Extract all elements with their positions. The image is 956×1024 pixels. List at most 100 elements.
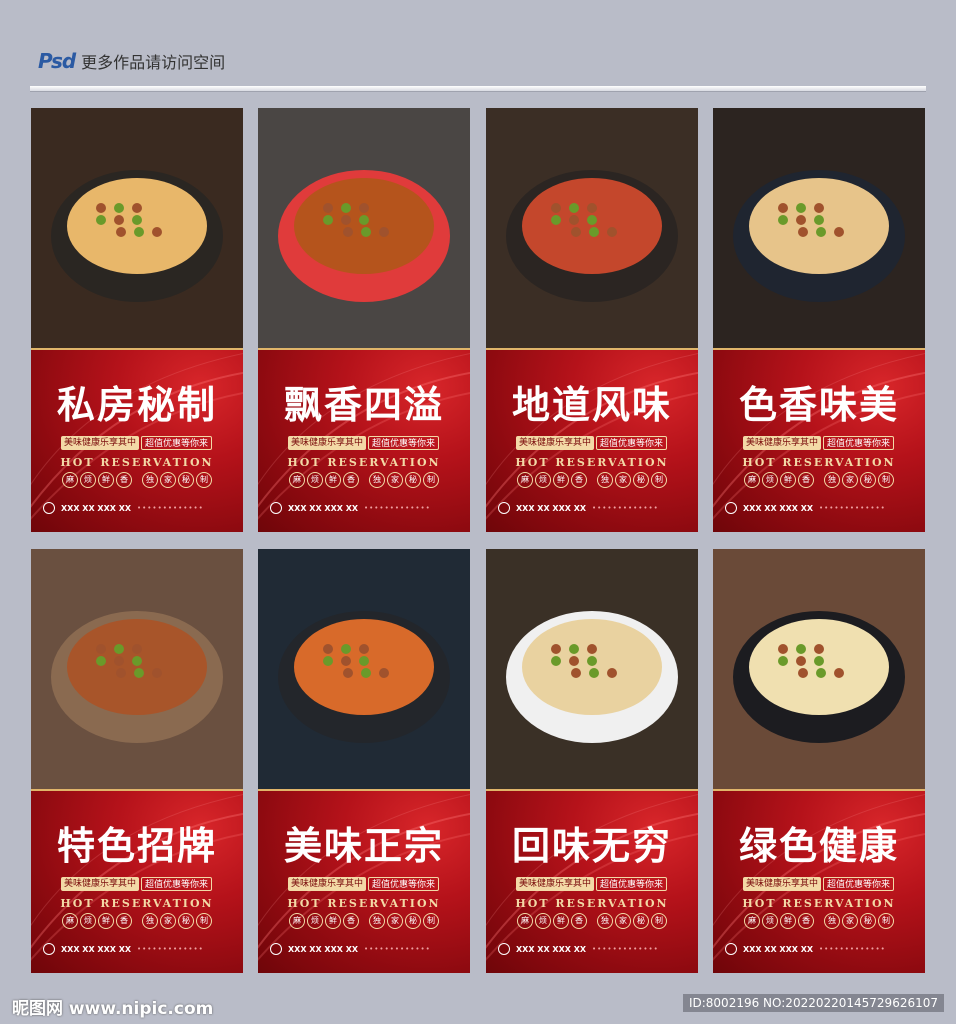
badge-row: 麻烦鲜香独家秘制 xyxy=(258,913,470,929)
decor-dots: ••••••••••••• xyxy=(137,504,204,512)
header-caption: 更多作品请访问空间 xyxy=(81,53,226,72)
badge: 麻 xyxy=(517,472,533,488)
tagline-right: 超值优惠等你来 xyxy=(368,877,440,891)
badge: 秘 xyxy=(178,913,194,929)
badge: 烦 xyxy=(535,472,551,488)
badge: 秘 xyxy=(405,472,421,488)
badge: 独 xyxy=(369,913,385,929)
tagline-left: 美味健康乐享其中 xyxy=(288,436,367,450)
poster-headline: 特色招牌 xyxy=(56,824,217,868)
badge: 独 xyxy=(597,913,613,929)
poster-footer: XXX XX XXX XX ••••••••••••• xyxy=(498,502,688,514)
brand-logo-icon xyxy=(725,502,737,514)
food-photo xyxy=(258,108,470,348)
badge: 制 xyxy=(196,472,212,488)
english-subtitle: HOT RESERVATION xyxy=(287,897,441,910)
badge: 鲜 xyxy=(325,472,341,488)
badge: 麻 xyxy=(744,913,760,929)
badge: 香 xyxy=(343,472,359,488)
food-photo xyxy=(713,549,925,789)
badge: 香 xyxy=(798,472,814,488)
tagline: 美味健康乐享其中 超值优惠等你来 xyxy=(288,877,440,891)
food-photo xyxy=(31,108,243,348)
badge-row: 麻烦鲜香独家秘制 xyxy=(258,472,470,488)
poster-headline: 飘香四溢 xyxy=(283,383,444,427)
poster-card[interactable]: 私房秘制 美味健康乐享其中 超值优惠等你来 HOT RESERVATION 麻烦鲜香独家… xyxy=(31,108,243,532)
poster-panel: 地道风味 美味健康乐享其中 超值优惠等你来 HOT RESERVATION 麻烦鲜香独家… xyxy=(486,348,698,532)
badge: 麻 xyxy=(517,913,533,929)
poster-footer: XXX XX XXX XX ••••••••••••• xyxy=(498,943,688,955)
poster-card[interactable]: 美味正宗美味健康乐享其中 超值优惠等你来 HOT RESERVATION 麻烦鲜香独家… xyxy=(258,549,470,973)
decor-dots: ••••••••••••• xyxy=(592,945,659,953)
badge: 家 xyxy=(615,472,631,488)
food-photo xyxy=(486,549,698,789)
tagline-right: 超值优惠等你来 xyxy=(141,436,213,450)
badge: 家 xyxy=(160,913,176,929)
badge: 家 xyxy=(387,472,403,488)
poster-footer: XXX XX XXX XX ••••••••••••• xyxy=(270,943,460,955)
contact-code: XXX XX XXX XX xyxy=(61,944,132,954)
badge: 独 xyxy=(824,913,840,929)
brand-logo-icon xyxy=(725,943,737,955)
english-subtitle: HOT RESERVATION xyxy=(742,456,896,469)
poster-card[interactable]: 绿色健康 美味健康乐享其中 超值优惠等你来 HOT RESERVATION 麻烦鲜香独家… xyxy=(713,549,925,973)
badge: 制 xyxy=(423,913,439,929)
badge: 家 xyxy=(842,472,858,488)
badge: 制 xyxy=(878,472,894,488)
badge: 秘 xyxy=(405,913,421,929)
badge: 家 xyxy=(615,913,631,929)
food-photo xyxy=(31,549,243,789)
tagline-left: 美味健康乐享其中 xyxy=(61,436,140,450)
badge-row: 麻烦鲜香独家秘制 xyxy=(713,913,925,929)
poster-panel: 色香味美 美味健康乐享其中 超值优惠等你来 HOT RESERVATION 麻烦鲜香独家… xyxy=(713,348,925,532)
tagline: 美味健康乐享其中 超值优惠等你来 xyxy=(288,436,440,450)
tagline-right: 超值优惠等你来 xyxy=(141,877,213,891)
tagline-right: 超值优惠等你来 xyxy=(596,877,668,891)
badge: 制 xyxy=(651,913,667,929)
badge-row: 麻烦鲜香独家秘制 xyxy=(31,913,243,929)
decor-dots: ••••••••••••• xyxy=(364,504,431,512)
decor-dots: ••••••••••••• xyxy=(364,945,431,953)
decor-dots: ••••••••••••• xyxy=(592,504,659,512)
contact-code: XXX XX XXX XX xyxy=(288,503,359,513)
badge: 香 xyxy=(798,913,814,929)
poster-headline: 绿色健康 xyxy=(738,824,899,868)
poster-card[interactable]: 特色招牌美味健康乐享其中 超值优惠等你来 HOT RESERVATION 麻烦鲜香独家… xyxy=(31,549,243,973)
food-photo xyxy=(258,549,470,789)
tagline: 美味健康乐享其中 超值优惠等你来 xyxy=(61,877,213,891)
english-subtitle: HOT RESERVATION xyxy=(60,456,214,469)
tagline: 美味健康乐享其中 超值优惠等你来 xyxy=(743,436,895,450)
english-subtitle: HOT RESERVATION xyxy=(742,897,896,910)
poster-card[interactable]: 色香味美 美味健康乐享其中 超值优惠等你来 HOT RESERVATION 麻烦鲜香独家… xyxy=(713,108,925,532)
brand-logo-icon xyxy=(43,502,55,514)
poster-headline: 私房秘制 xyxy=(56,383,217,427)
badge: 家 xyxy=(842,913,858,929)
poster-panel: 特色招牌美味健康乐享其中 超值优惠等你来 HOT RESERVATION 麻烦鲜香独家… xyxy=(31,789,243,973)
badge: 香 xyxy=(116,472,132,488)
badge: 烦 xyxy=(535,913,551,929)
brand-logo-icon xyxy=(270,502,282,514)
badge: 烦 xyxy=(307,472,323,488)
badge-row: 麻烦鲜香独家秘制 xyxy=(486,913,698,929)
badge: 香 xyxy=(343,913,359,929)
badge: 秘 xyxy=(860,472,876,488)
english-subtitle: HOT RESERVATION xyxy=(60,897,214,910)
badge: 麻 xyxy=(289,472,305,488)
contact-code: XXX XX XXX XX xyxy=(743,944,814,954)
tagline: 美味健康乐享其中 超值优惠等你来 xyxy=(516,436,668,450)
psd-logo: Psd xyxy=(38,49,76,73)
poster-footer: XXX XX XXX XX ••••••••••••• xyxy=(270,502,460,514)
tagline-right: 超值优惠等你来 xyxy=(823,436,895,450)
badge: 独 xyxy=(142,913,158,929)
poster-card[interactable]: 地道风味 美味健康乐享其中 超值优惠等你来 HOT RESERVATION 麻烦鲜香独家… xyxy=(486,108,698,532)
badge: 独 xyxy=(142,472,158,488)
english-subtitle: HOT RESERVATION xyxy=(515,897,669,910)
badge: 制 xyxy=(651,472,667,488)
decor-dots: ••••••••••••• xyxy=(819,504,886,512)
badge: 鲜 xyxy=(325,913,341,929)
poster-card[interactable]: 回味无穷 美味健康乐享其中 超值优惠等你来 HOT RESERVATION 麻烦鲜香独家… xyxy=(486,549,698,973)
badge: 秘 xyxy=(178,472,194,488)
poster-headline: 美味正宗 xyxy=(283,824,444,868)
decor-dots: ••••••••••••• xyxy=(137,945,204,953)
poster-card[interactable]: 飘香四溢 美味健康乐享其中 超值优惠等你来 HOT RESERVATION 麻烦鲜香独家… xyxy=(258,108,470,532)
